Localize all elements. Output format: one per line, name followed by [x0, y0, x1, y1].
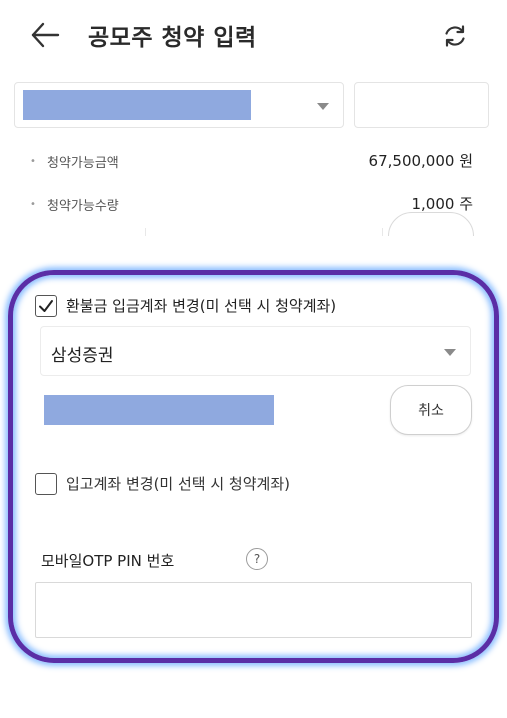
overlay-mask: [0, 236, 507, 270]
info-label: 청약가능수량: [47, 199, 119, 214]
refund-account-number-masked: [44, 395, 274, 425]
deposit-account-checkbox-label[interactable]: 입고계좌 변경(미 선택 시 청약계좌): [66, 473, 290, 494]
info-label: 청약가능금액: [47, 156, 119, 171]
back-arrow-icon[interactable]: [28, 18, 62, 52]
refund-account-checkbox[interactable]: [35, 295, 57, 317]
info-row-available-amount: • 청약가능금액 67,500,000 원: [30, 150, 475, 174]
cancel-button-label: 취소: [418, 403, 444, 419]
bullet-icon: •: [30, 199, 36, 210]
bullet-icon: •: [30, 156, 36, 167]
otp-pin-label: 모바일OTP PIN 번호: [41, 552, 175, 570]
account-number-masked: [23, 90, 251, 120]
account-password-field[interactable]: [354, 82, 489, 128]
bank-select-value: 삼성증권: [51, 346, 114, 366]
chevron-down-icon: [317, 103, 329, 110]
info-value: 67,500,000 원: [368, 152, 473, 170]
page-title: 공모주 청약 입력: [88, 25, 257, 51]
refund-account-checkbox-label[interactable]: 환불금 입금계좌 변경(미 선택 시 청약계좌): [66, 295, 336, 316]
chevron-down-icon: [444, 349, 456, 356]
help-icon[interactable]: ?: [246, 548, 268, 570]
deposit-account-checkbox[interactable]: [35, 473, 57, 495]
info-value: 1,000 주: [411, 195, 473, 213]
account-select[interactable]: [14, 82, 344, 128]
bank-select[interactable]: 삼성증권: [40, 326, 471, 376]
otp-pin-input[interactable]: [35, 582, 472, 638]
refresh-icon[interactable]: [440, 21, 470, 51]
cancel-button[interactable]: 취소: [390, 385, 472, 435]
